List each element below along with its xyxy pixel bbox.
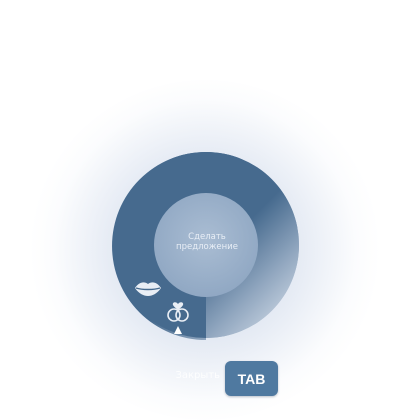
- center-label: Сделать предложение: [176, 232, 238, 252]
- hint-text: Закрыть: [175, 370, 220, 381]
- radial-menu: [112, 152, 299, 340]
- tab-key-button[interactable]: TAB: [225, 361, 278, 396]
